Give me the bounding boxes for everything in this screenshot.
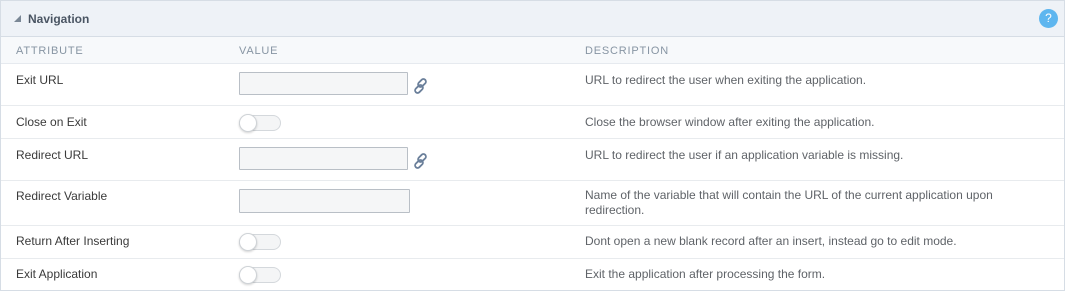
attribute-description: URL to redirect the user when exiting th… xyxy=(585,73,867,87)
collapse-triangle-icon[interactable] xyxy=(14,15,21,22)
panel-title: Navigation xyxy=(28,11,90,26)
column-header-description: DESCRIPTION xyxy=(585,45,669,57)
attribute-label: Return After Inserting xyxy=(16,234,130,248)
panel-header[interactable]: Navigation ? xyxy=(1,1,1064,37)
attribute-description: Name of the variable that will contain t… xyxy=(585,188,993,217)
toggle-knob xyxy=(239,266,257,284)
help-icon[interactable]: ? xyxy=(1039,9,1058,28)
attribute-row-exit-url: Exit URL URL to redirect the user when e… xyxy=(1,64,1064,106)
column-header-value: VALUE xyxy=(239,45,279,57)
attribute-label: Close on Exit xyxy=(16,115,87,129)
close-on-exit-toggle[interactable] xyxy=(239,114,281,132)
exit-url-input[interactable] xyxy=(239,72,408,95)
navigation-panel: Navigation ? ATTRIBUTE VALUE DESCRIPTION… xyxy=(0,0,1065,291)
attribute-row-exit-application: Exit Application Exit the application af… xyxy=(1,259,1064,289)
column-header-attribute: ATTRIBUTE xyxy=(16,45,84,57)
toggle-knob xyxy=(239,233,257,251)
attribute-description: URL to redirect the user if an applicati… xyxy=(585,148,904,162)
attribute-row-close-on-exit: Close on Exit Close the browser window a… xyxy=(1,106,1064,139)
attribute-description: Exit the application after processing th… xyxy=(585,267,826,281)
link-chain-icon[interactable] xyxy=(412,152,430,170)
attribute-description: Close the browser window after exiting t… xyxy=(585,115,875,129)
exit-application-toggle[interactable] xyxy=(239,266,281,284)
column-header-row: ATTRIBUTE VALUE DESCRIPTION xyxy=(1,37,1064,64)
link-chain-icon[interactable] xyxy=(412,77,430,95)
attribute-label: Redirect URL xyxy=(16,148,89,162)
return-after-inserting-toggle[interactable] xyxy=(239,233,281,251)
redirect-variable-input[interactable] xyxy=(239,189,410,213)
attribute-label: Exit URL xyxy=(16,73,64,87)
attribute-label: Redirect Variable xyxy=(16,189,108,203)
redirect-url-input[interactable] xyxy=(239,147,408,170)
attribute-row-return-after-inserting: Return After Inserting Dont open a new b… xyxy=(1,226,1064,259)
attribute-description: Dont open a new blank record after an in… xyxy=(585,234,957,248)
attribute-row-redirect-variable: Redirect Variable Name of the variable t… xyxy=(1,181,1064,226)
attribute-label: Exit Application xyxy=(16,267,98,281)
toggle-knob xyxy=(239,114,257,132)
attribute-row-redirect-url: Redirect URL URL to redirect the user if… xyxy=(1,139,1064,181)
